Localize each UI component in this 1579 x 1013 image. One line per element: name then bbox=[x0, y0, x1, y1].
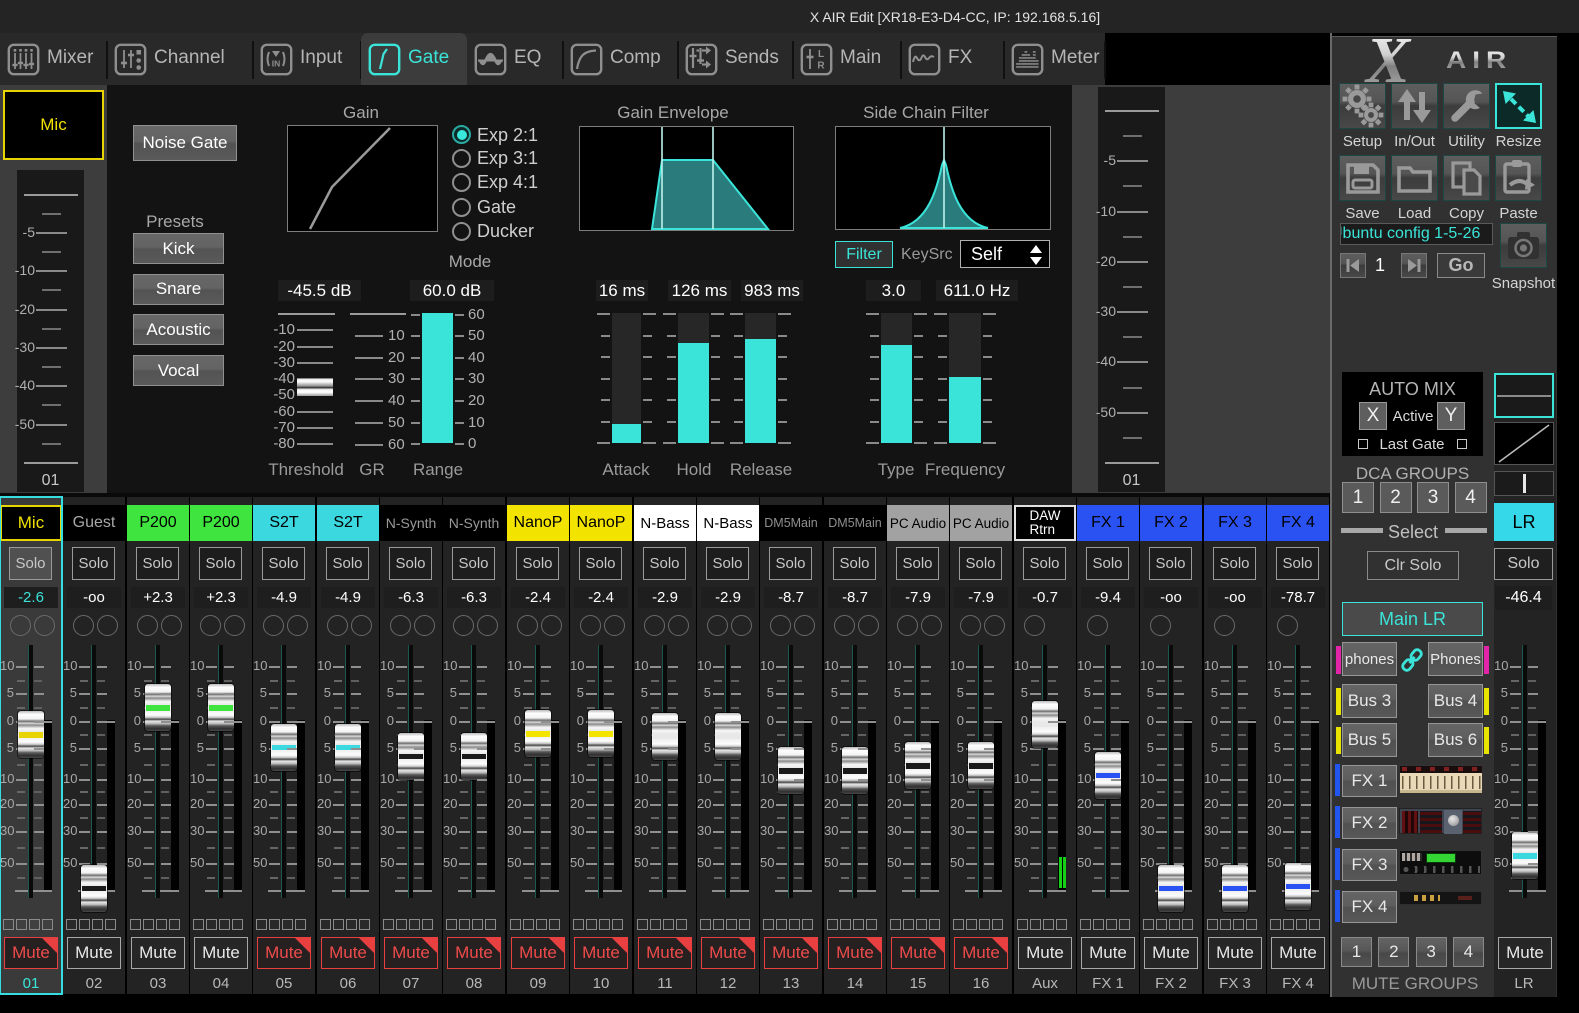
svg-text:AIR: AIR bbox=[1446, 46, 1512, 73]
svg-text:R: R bbox=[817, 61, 825, 72]
svg-text:L: L bbox=[818, 49, 824, 60]
svg-text:IN: IN bbox=[272, 59, 281, 69]
